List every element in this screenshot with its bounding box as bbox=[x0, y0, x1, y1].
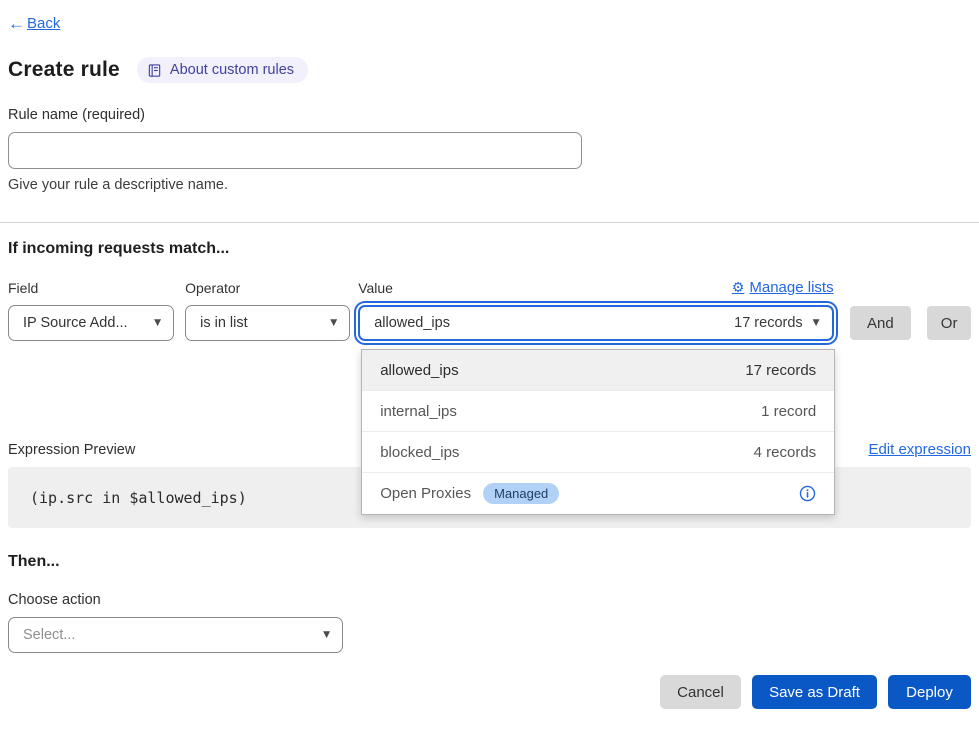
value-header: Value ⚙ Manage lists bbox=[358, 279, 833, 296]
rule-name-input[interactable] bbox=[8, 132, 582, 169]
list-option-open-proxies[interactable]: Open Proxies Managed bbox=[362, 473, 834, 514]
gear-icon: ⚙ bbox=[732, 280, 745, 296]
save-as-draft-button[interactable]: Save as Draft bbox=[752, 675, 877, 709]
chevron-down-icon: ▼ bbox=[330, 318, 337, 328]
deploy-button[interactable]: Deploy bbox=[888, 675, 971, 709]
choose-action-label: Choose action bbox=[8, 592, 979, 608]
list-option-name: blocked_ips bbox=[380, 444, 459, 461]
value-select[interactable]: allowed_ips 17 records ▼ bbox=[358, 305, 833, 341]
about-badge-label: About custom rules bbox=[170, 62, 294, 78]
match-row: Field IP Source Add... ▼ Operator is in … bbox=[8, 279, 971, 341]
and-button[interactable]: And bbox=[850, 306, 912, 340]
operator-select-value: is in list bbox=[200, 315, 320, 331]
list-option-record-count: 1 record bbox=[761, 403, 816, 420]
list-option-name: Open Proxies bbox=[380, 485, 471, 502]
value-label: Value bbox=[358, 280, 393, 296]
list-option-record-count: 17 records bbox=[745, 362, 816, 379]
chevron-down-icon: ▼ bbox=[323, 630, 330, 640]
action-select-placeholder: Select... bbox=[23, 627, 313, 643]
field-select-value: IP Source Add... bbox=[23, 315, 144, 331]
list-option-blocked-ips[interactable]: blocked_ips 4 records bbox=[362, 432, 834, 473]
expression-code: (ip.src in $allowed_ips) bbox=[30, 489, 247, 507]
footer-actions: Cancel Save as Draft Deploy bbox=[0, 675, 971, 709]
about-custom-rules-badge[interactable]: About custom rules bbox=[137, 57, 308, 83]
edit-expression-link[interactable]: Edit expression bbox=[868, 441, 971, 458]
rule-name-label: Rule name (required) bbox=[8, 107, 145, 123]
operator-column: Operator is in list ▼ bbox=[185, 280, 350, 341]
value-column: Value ⚙ Manage lists allowed_ips 17 reco… bbox=[358, 279, 833, 341]
manage-lists-link[interactable]: ⚙ Manage lists bbox=[732, 279, 834, 296]
operator-select[interactable]: is in list ▼ bbox=[185, 305, 350, 341]
info-icon[interactable] bbox=[799, 485, 816, 502]
field-select[interactable]: IP Source Add... ▼ bbox=[8, 305, 174, 341]
back-link[interactable]: Back bbox=[27, 15, 60, 32]
chevron-down-icon: ▼ bbox=[813, 318, 820, 328]
operator-label: Operator bbox=[185, 280, 350, 296]
rule-name-helper: Give your rule a descriptive name. bbox=[8, 177, 971, 193]
cancel-button[interactable]: Cancel bbox=[660, 675, 741, 709]
match-section-heading: If incoming requests match... bbox=[8, 240, 979, 258]
or-button[interactable]: Or bbox=[927, 306, 971, 340]
back-arrow-icon: ← bbox=[8, 15, 25, 32]
managed-badge: Managed bbox=[483, 483, 559, 504]
rule-name-block: Rule name (required) Give your rule a de… bbox=[8, 106, 971, 193]
book-icon bbox=[147, 63, 162, 78]
list-dropdown-panel: allowed_ips 17 records internal_ips 1 re… bbox=[361, 349, 835, 515]
list-option-name: allowed_ips bbox=[380, 362, 458, 379]
list-option-allowed-ips[interactable]: allowed_ips 17 records bbox=[362, 350, 834, 391]
chevron-down-icon: ▼ bbox=[154, 318, 161, 328]
value-select-record-count: 17 records bbox=[734, 315, 803, 331]
back-row: ← Back bbox=[0, 0, 979, 32]
field-label: Field bbox=[8, 280, 174, 296]
manage-lists-label: Manage lists bbox=[749, 279, 833, 296]
page-title: Create rule bbox=[8, 58, 120, 82]
action-select[interactable]: Select... ▼ bbox=[8, 617, 343, 653]
expression-preview-label: Expression Preview bbox=[8, 442, 135, 458]
list-option-internal-ips[interactable]: internal_ips 1 record bbox=[362, 391, 834, 432]
section-divider bbox=[0, 222, 979, 223]
header-row: Create rule About custom rules bbox=[8, 57, 979, 83]
create-rule-page: ← Back Create rule About custom rules Ru… bbox=[0, 0, 979, 739]
field-column: Field IP Source Add... ▼ bbox=[8, 280, 174, 341]
value-select-value: allowed_ips bbox=[374, 315, 722, 331]
list-option-name: internal_ips bbox=[380, 403, 457, 420]
list-option-record-count: 4 records bbox=[754, 444, 817, 461]
then-heading: Then... bbox=[8, 553, 979, 571]
